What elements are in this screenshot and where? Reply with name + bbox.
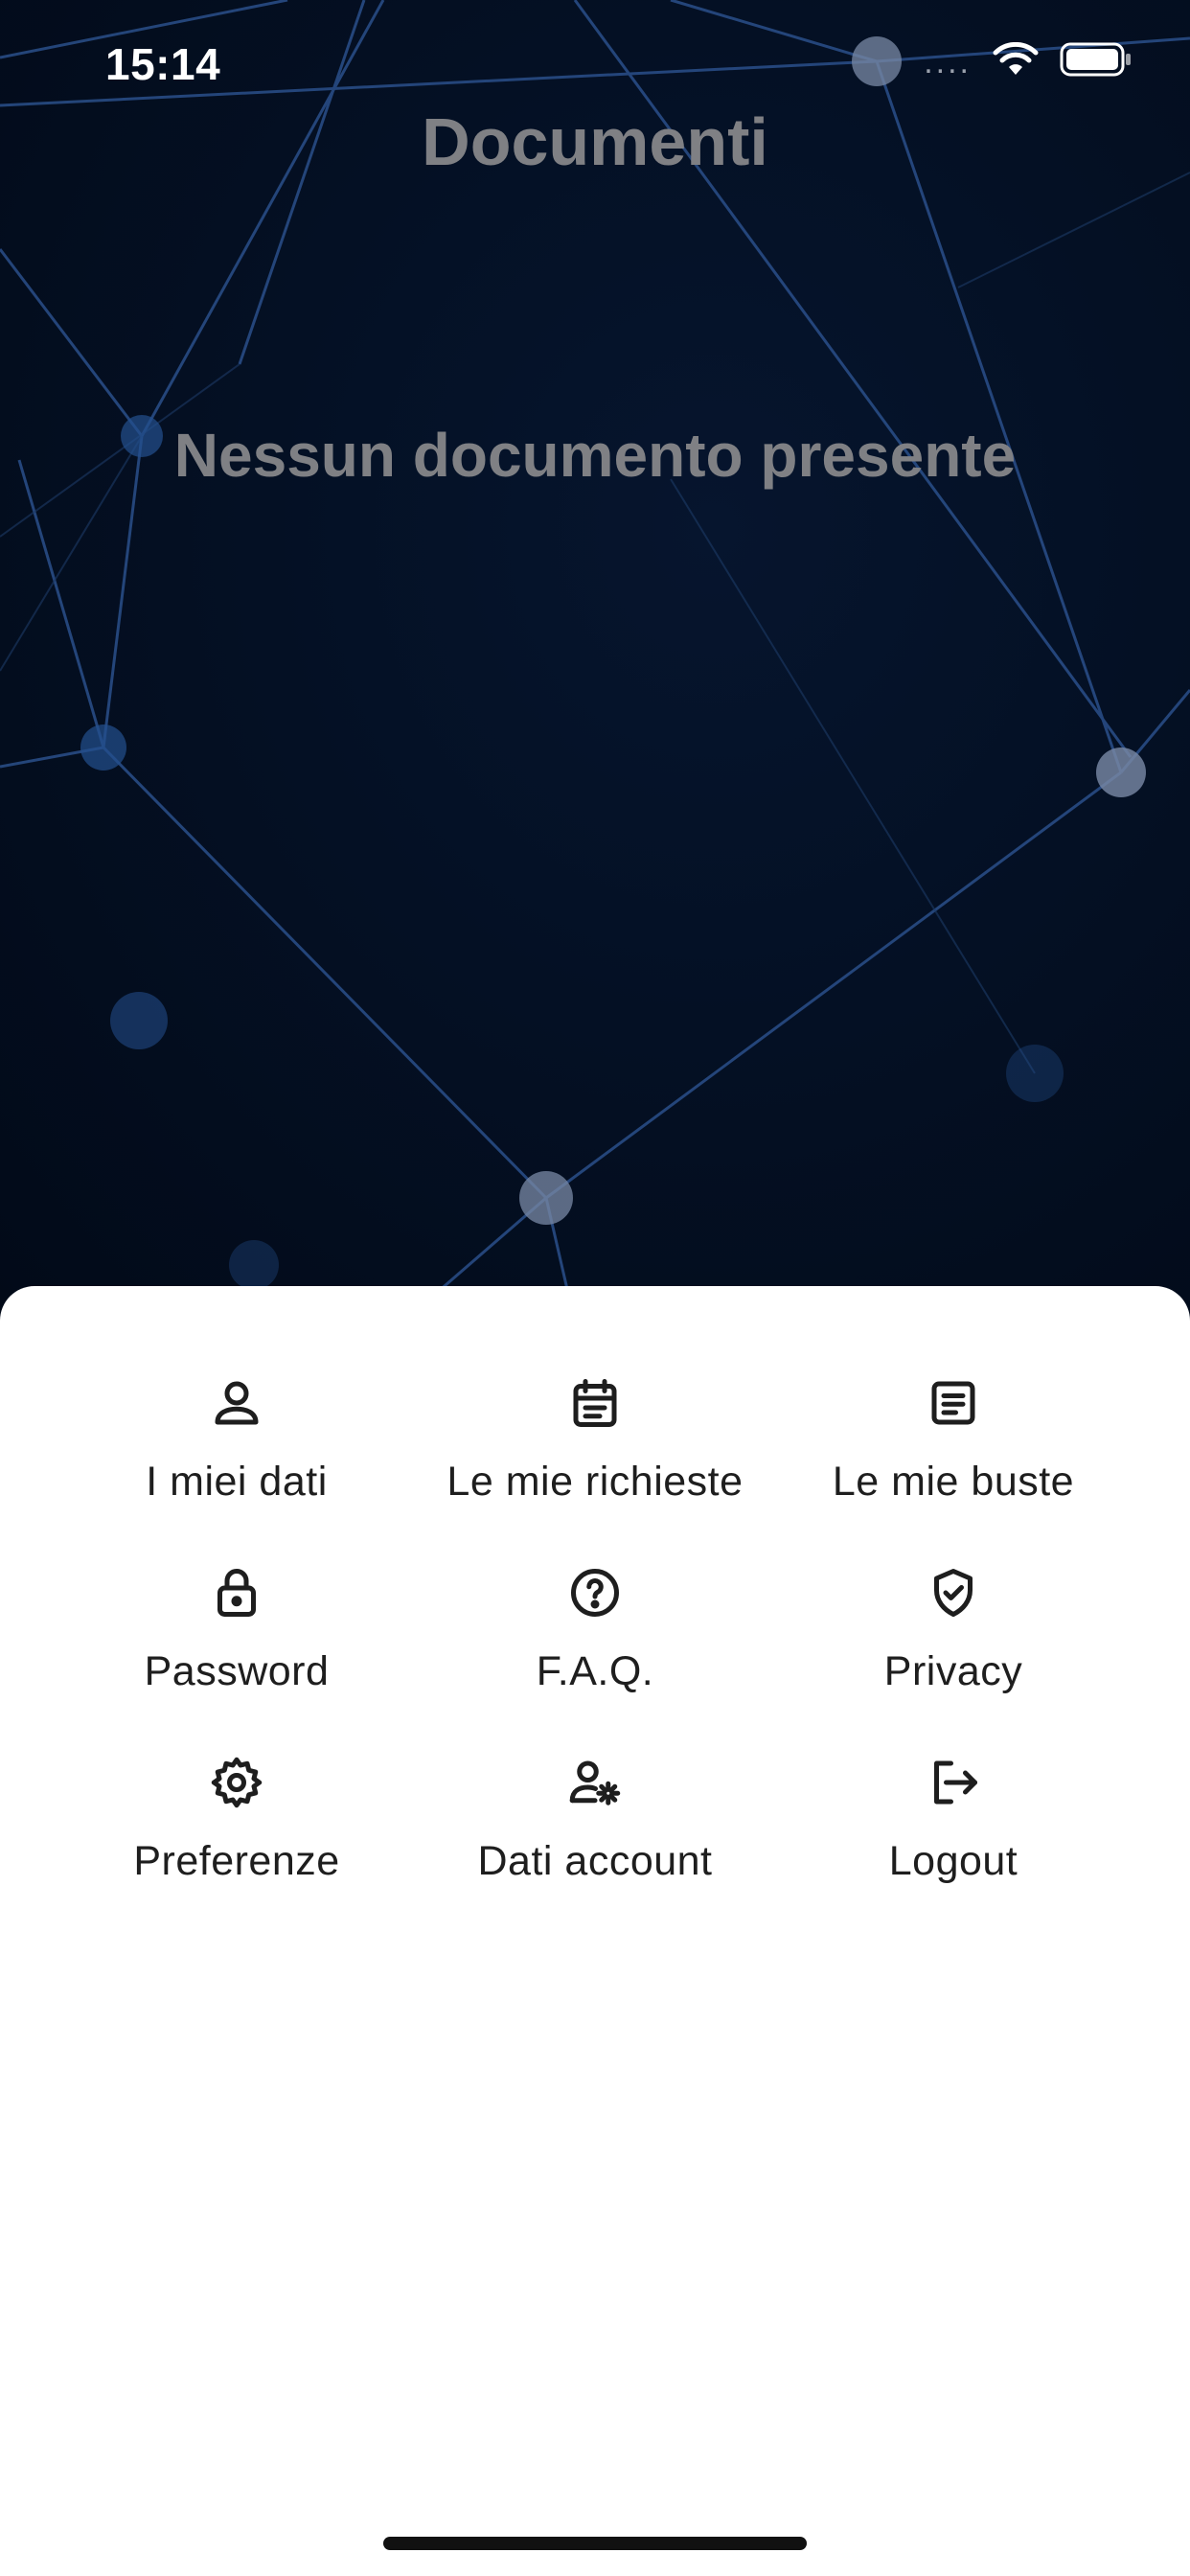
menu-item-le-mie-buste[interactable]: Le mie buste [774,1372,1133,1545]
menu-grid: I miei dati Le mie richieste Le mie bust… [0,1372,1190,1924]
shield-check-icon [923,1562,984,1623]
network-background [0,0,1190,1322]
network-graphic [0,0,1190,1322]
calendar-icon [564,1372,626,1434]
bottom-sheet-menu: I miei dati Le mie richieste Le mie bust… [0,1286,1190,2576]
menu-item-preferenze[interactable]: Preferenze [57,1752,416,1924]
menu-item-le-mie-richieste[interactable]: Le mie richieste [416,1372,774,1545]
status-icons: .... [924,41,1133,81]
menu-item-label: Dati account [477,1838,713,1884]
menu-item-label: F.A.Q. [536,1648,654,1694]
gear-icon [206,1752,267,1813]
help-circle-icon [564,1562,626,1623]
menu-item-logout[interactable]: Logout [774,1752,1133,1924]
menu-item-privacy[interactable]: Privacy [774,1562,1133,1735]
menu-item-label: Logout [888,1838,1018,1884]
page-title: Documenti [422,104,768,179]
menu-item-dati-account[interactable]: Dati account [416,1752,774,1924]
menu-item-label: Password [144,1648,330,1694]
menu-item-label: Le mie richieste [446,1459,744,1505]
menu-item-i-miei-dati[interactable]: I miei dati [57,1372,416,1545]
home-indicator[interactable] [383,2537,807,2550]
person-icon [206,1372,267,1434]
menu-item-label: Le mie buste [832,1459,1075,1505]
battery-icon [1060,42,1133,81]
menu-item-label: I miei dati [146,1459,328,1505]
menu-item-label: Privacy [883,1648,1023,1694]
wifi-icon [993,41,1039,81]
signal-dots-icon: .... [924,43,972,80]
user-settings-icon [564,1752,626,1813]
menu-item-faq[interactable]: F.A.Q. [416,1562,774,1735]
document-icon [923,1372,984,1434]
app-screen: 15:14 .... Documenti Nessun documento pr… [0,0,1190,2576]
menu-item-label: Preferenze [133,1838,340,1884]
lock-icon [206,1562,267,1623]
menu-item-password[interactable]: Password [57,1562,416,1735]
status-time: 15:14 [105,39,221,89]
logout-icon [923,1752,984,1813]
empty-state-message: Nessun documento presente [173,421,1017,490]
